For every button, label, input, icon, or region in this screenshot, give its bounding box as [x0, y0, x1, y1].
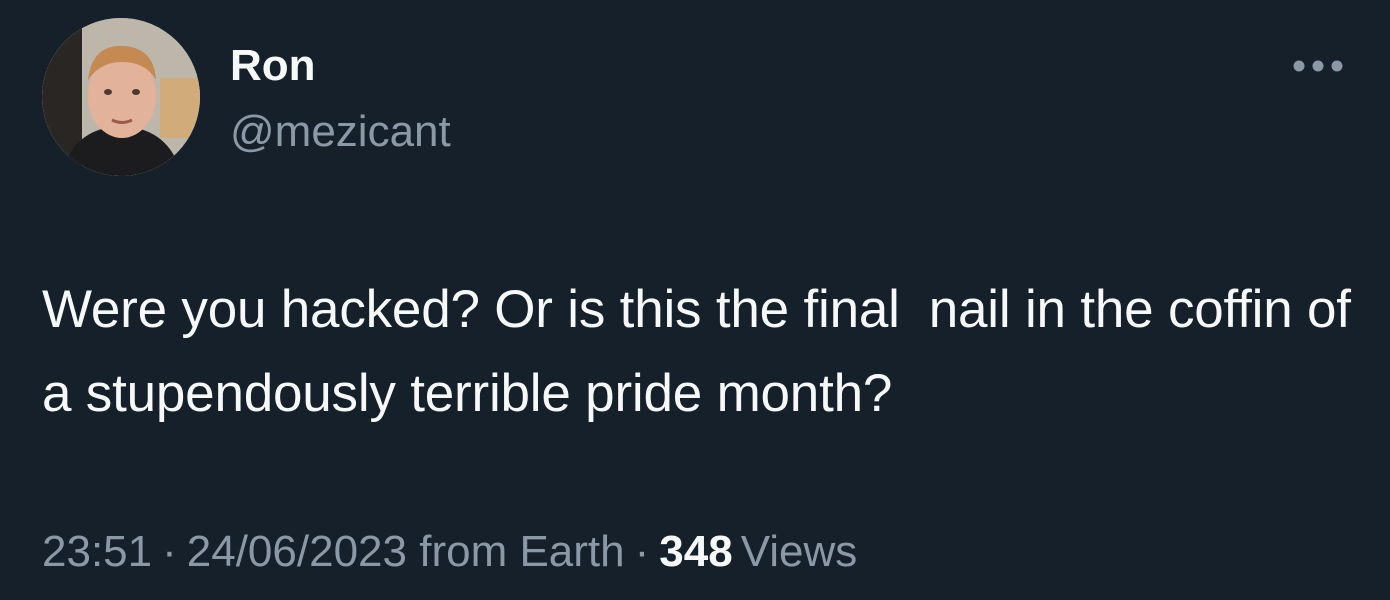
- author-display-name[interactable]: Ron: [230, 38, 316, 94]
- tweet-time[interactable]: 23:51: [42, 527, 152, 576]
- more-horizontal-icon: [1293, 60, 1343, 72]
- tweet-metadata: 23:51 · 24/06/2023 from Earth · 348 Views: [42, 522, 857, 582]
- tweet-source: from Earth: [419, 527, 625, 576]
- separator-dot: ·: [634, 527, 650, 576]
- author-handle[interactable]: @mezicant: [230, 104, 451, 160]
- separator-dot: ·: [162, 527, 177, 576]
- avatar[interactable]: [42, 18, 200, 176]
- views-count[interactable]: 348: [659, 527, 732, 576]
- tweet-date[interactable]: 24/06/2023: [187, 527, 407, 576]
- views-label: Views: [740, 527, 858, 576]
- more-options-button[interactable]: [1286, 46, 1350, 86]
- avatar-image: [42, 18, 200, 176]
- tweet-card: Ron @mezicant Were you hacked? Or is thi…: [0, 0, 1390, 600]
- tweet-text: Were you hacked? Or is this the final na…: [42, 280, 1366, 423]
